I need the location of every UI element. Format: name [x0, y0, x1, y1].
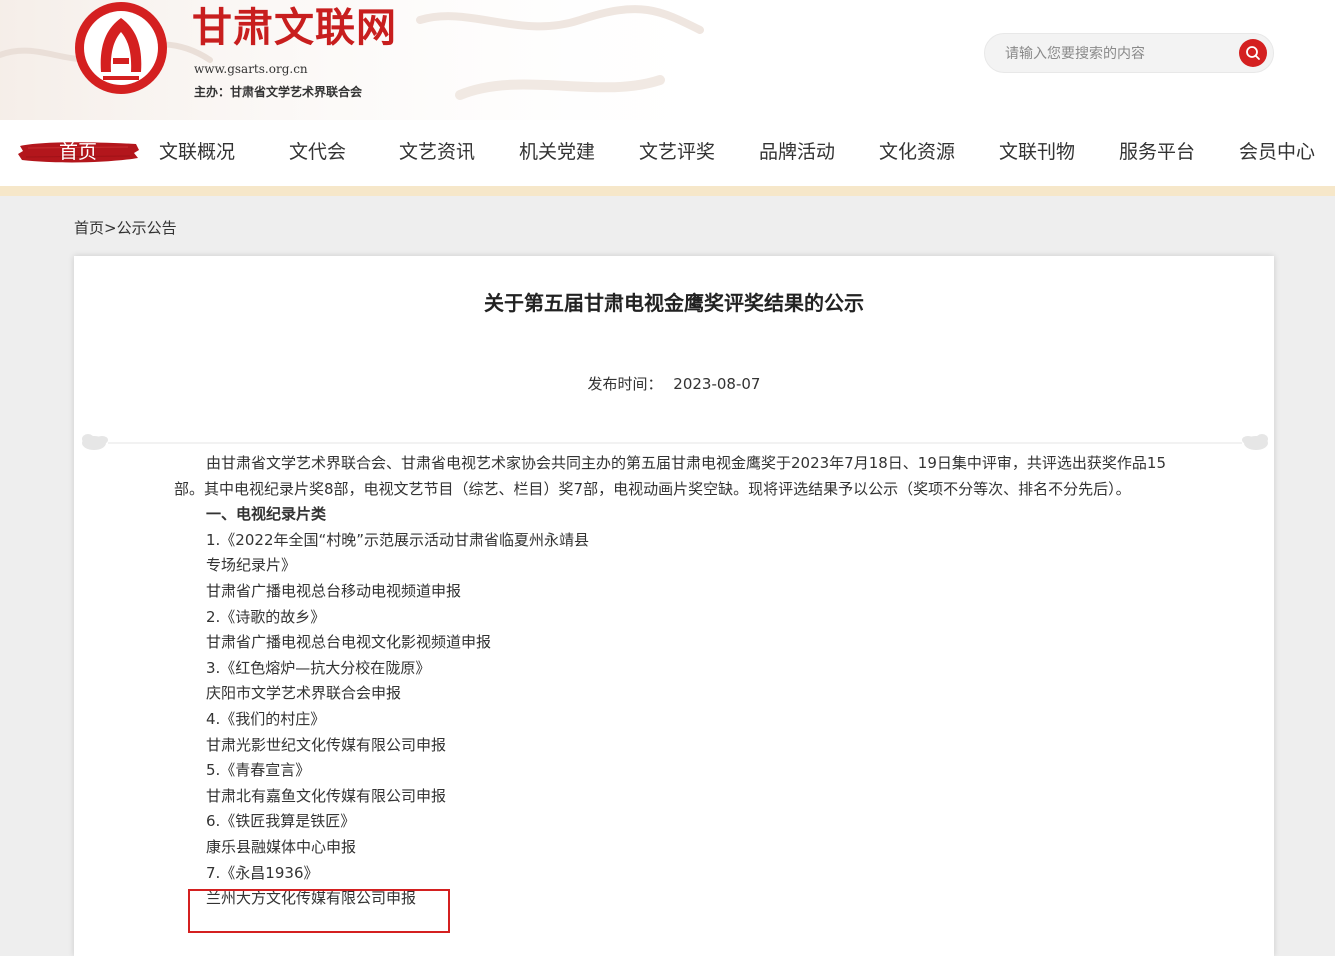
list-item: 专场纪录片》	[206, 556, 297, 575]
highlight-box	[188, 889, 450, 933]
cloud-ornament-left	[82, 434, 108, 450]
list-item: 3.《红色熔炉—抗大分校在陇原》	[206, 658, 431, 677]
site-url: www.gsarts.org.cn	[194, 62, 308, 76]
list-item: 甘肃北有嘉鱼文化传媒有限公司申报	[206, 786, 447, 805]
site-title[interactable]: 甘肃文联网	[192, 8, 397, 48]
article-title: 关于第五届甘肃电视金鹰奖评奖结果的公示	[484, 291, 864, 315]
nav-item-party[interactable]: 机关党建	[519, 128, 595, 176]
main-nav: 首页 文联概况 文代会 文艺资讯 机关党建 文艺评奖 品牌活动 文化资源 文联刊…	[0, 128, 1335, 176]
breadcrumb: 首页>公示公告	[74, 217, 177, 238]
nav-item-overview[interactable]: 文联概况	[159, 128, 235, 176]
list-item: 甘肃省广播电视总台电视文化影视频道申报	[206, 633, 492, 652]
nav-item-services[interactable]: 服务平台	[1119, 128, 1195, 176]
list-item: 甘肃省广播电视总台移动电视频道申报	[206, 581, 462, 600]
cloud-ornament-right	[1242, 434, 1268, 450]
search-icon	[1246, 46, 1260, 60]
cloud-divider	[82, 434, 1268, 450]
list-item: 庆阳市文学艺术界联合会申报	[206, 684, 402, 703]
list-item: 甘肃光影世纪文化传媒有限公司申报	[206, 735, 447, 754]
nav-item-resources[interactable]: 文化资源	[879, 128, 955, 176]
nav-item-congress[interactable]: 文代会	[289, 128, 346, 176]
list-item: 4.《我们的村庄》	[206, 709, 326, 728]
breadcrumb-home[interactable]: 首页	[74, 219, 104, 237]
header-bottom-border	[0, 186, 1335, 196]
article-content: 由甘肃省文学艺术界联合会、甘肃省电视艺术家协会共同主办的第五届甘肃电视金鹰奖于2…	[174, 451, 1179, 912]
nav-item-awards[interactable]: 文艺评奖	[639, 128, 715, 176]
nav-item-home[interactable]: 首页	[59, 128, 97, 176]
list-item: 康乐县融媒体中心申报	[206, 837, 357, 856]
publish-date: 2023-08-07	[673, 375, 761, 393]
article-card: 关于第五届甘肃电视金鹰奖评奖结果的公示 发布时间： 2023-08-07 由甘肃…	[74, 256, 1274, 956]
list-item: 2.《诗歌的故乡》	[206, 607, 326, 626]
list-item: 5.《青春宣言》	[206, 761, 311, 780]
site-host-text: 主办：甘肃省文学艺术界联合会	[194, 85, 363, 99]
search-box	[984, 33, 1274, 73]
list-item: 6.《铁匠我算是铁匠》	[206, 812, 356, 831]
gsarts-logo-icon[interactable]	[73, 0, 169, 96]
publish-label: 发布时间：	[587, 375, 663, 393]
list-item: 7.《永昌1936》	[206, 863, 319, 882]
article-intro: 由甘肃省文学艺术界联合会、甘肃省电视艺术家协会共同主办的第五届甘肃电视金鹰奖于2…	[174, 454, 1166, 498]
nav-item-news[interactable]: 文艺资讯	[399, 128, 475, 176]
search-input[interactable]	[1003, 42, 1222, 66]
breadcrumb-current[interactable]: 公示公告	[117, 219, 177, 237]
publish-info: 发布时间： 2023-08-07	[74, 373, 1274, 394]
nav-item-events[interactable]: 品牌活动	[759, 128, 835, 176]
nav-item-publications[interactable]: 文联刊物	[999, 128, 1075, 176]
section-heading: 一、电视纪录片类	[206, 505, 327, 524]
breadcrumb-separator: >	[104, 219, 117, 237]
search-button[interactable]	[1239, 39, 1267, 67]
nav-item-members[interactable]: 会员中心	[1239, 128, 1315, 176]
list-item: 1.《2022年全国“村晚”示范展示活动甘肃省临夏州永靖县	[206, 530, 590, 549]
